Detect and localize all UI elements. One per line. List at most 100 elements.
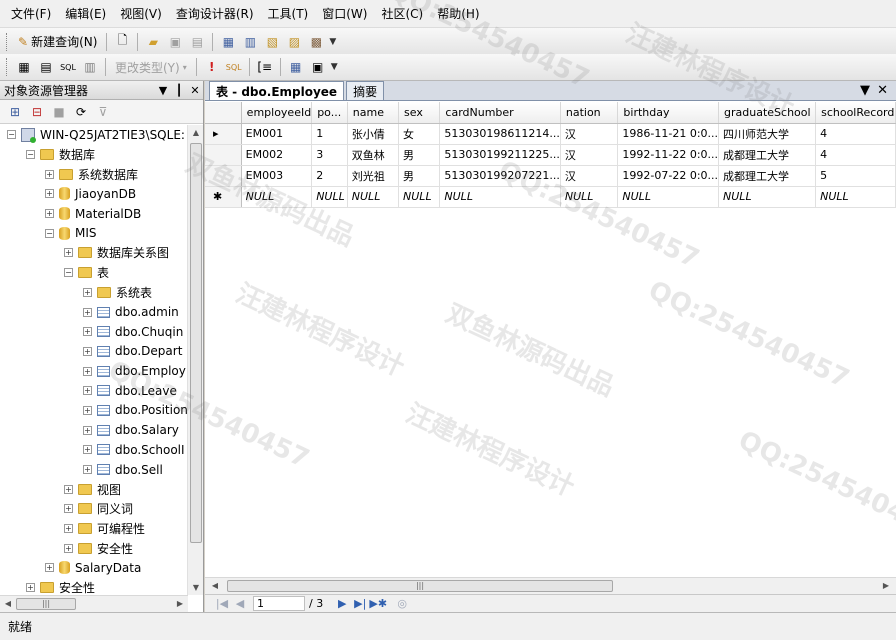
connect-button[interactable]: ⊞: [6, 103, 24, 121]
toolbar-overflow-icon[interactable]: ▼: [331, 62, 338, 72]
expand-icon[interactable]: +: [64, 524, 73, 534]
grid-cell[interactable]: NULL: [815, 186, 896, 208]
table-row[interactable]: EM002 3 双鱼林男 513030199211225... 汉 1992-11-22 …: [205, 144, 896, 166]
grid-cell[interactable]: 1986-11-21 0:0...: [617, 123, 720, 145]
template-explorer-button[interactable]: ▧: [263, 33, 281, 51]
collapse-icon[interactable]: −: [7, 130, 16, 140]
grid-cell[interactable]: 5: [815, 165, 896, 187]
row-header[interactable]: [205, 144, 242, 166]
grid-cell[interactable]: 1992-07-22 0:0...: [617, 165, 720, 187]
scrollbar-thumb[interactable]: |||: [16, 598, 76, 610]
grid-cell[interactable]: 汉: [560, 165, 619, 187]
collapse-icon[interactable]: −: [64, 268, 73, 278]
table-row[interactable]: ▸ EM001 1 张小倩女 513030198611214... 汉 1986-11-21…: [205, 123, 896, 145]
tree-node[interactable]: − WIN-Q25JAT2TIE3\SQLE:: [0, 125, 188, 145]
grid-cell[interactable]: 女: [398, 123, 441, 145]
grid-cell[interactable]: 2: [311, 165, 348, 187]
column-header[interactable]: birthday: [617, 102, 720, 124]
tree-node[interactable]: + 安全性: [0, 578, 188, 595]
grid-cell[interactable]: NULL: [347, 186, 400, 208]
menu-item[interactable]: 工具(T): [261, 0, 316, 28]
grid-cell[interactable]: 4: [815, 144, 896, 166]
expand-icon[interactable]: +: [26, 583, 35, 593]
grid-cell[interactable]: EM001: [241, 123, 313, 145]
tree-horizontal-scrollbar[interactable]: ◀ ||| ▶: [0, 595, 188, 612]
column-header[interactable]: name: [347, 102, 400, 124]
new-record-icon[interactable]: ▶✱: [369, 597, 387, 610]
column-header[interactable]: graduateSchool: [718, 102, 817, 124]
object-explorer-button[interactable]: ▥: [241, 33, 259, 51]
open-button[interactable]: ▰: [144, 33, 162, 51]
tree-node[interactable]: + dbo.admin: [0, 302, 188, 322]
tab-list-icon[interactable]: ▼: [860, 83, 870, 98]
tree-node[interactable]: + dbo.Sell: [0, 460, 188, 480]
grid-cell[interactable]: 1992-11-22 0:0...: [617, 144, 720, 166]
panel-menu-icon[interactable]: ▼: [155, 84, 171, 97]
tree-node[interactable]: + 同义词: [0, 499, 188, 519]
expand-icon[interactable]: +: [64, 248, 73, 258]
refresh-button[interactable]: ⟳: [72, 103, 90, 121]
grid-cell[interactable]: NULL: [617, 186, 720, 208]
tree-node[interactable]: + 可编程性: [0, 519, 188, 539]
grid-cell[interactable]: 成都理工大学: [718, 144, 817, 166]
grid-cell[interactable]: 3: [311, 144, 348, 166]
tree-node[interactable]: + dbo.Position: [0, 401, 188, 421]
collapse-icon[interactable]: −: [26, 150, 35, 160]
first-record-icon[interactable]: |◀: [213, 597, 231, 610]
grid-cell[interactable]: NULL: [439, 186, 561, 208]
row-header-corner[interactable]: [205, 102, 242, 124]
properties-button[interactable]: ▨: [285, 33, 303, 51]
scrollbar-thumb[interactable]: |||: [227, 580, 613, 592]
last-record-icon[interactable]: ▶|: [351, 597, 369, 610]
expand-icon[interactable]: +: [45, 209, 54, 219]
grid-horizontal-scrollbar[interactable]: ◀ ||| ▶: [205, 577, 896, 594]
expand-icon[interactable]: +: [83, 465, 92, 475]
grid-cell[interactable]: 张小倩: [347, 123, 400, 145]
table-row[interactable]: ✱ NULL NULL NULL NULL NULL NULL NULL NULL NULL: [205, 186, 896, 208]
grid-cell[interactable]: 513030199207221...: [439, 165, 561, 187]
grid-cell[interactable]: 成都理工大学: [718, 165, 817, 187]
expand-icon[interactable]: +: [83, 405, 92, 415]
column-header[interactable]: sex: [398, 102, 441, 124]
grid-cell[interactable]: 4: [815, 123, 896, 145]
tree-node[interactable]: + MaterialDB: [0, 204, 188, 224]
toolbar-grip[interactable]: [6, 58, 9, 76]
expand-icon[interactable]: +: [83, 386, 92, 396]
stop-navigation-icon[interactable]: ◎: [393, 597, 411, 610]
expand-icon[interactable]: +: [45, 169, 54, 179]
menu-item[interactable]: 编辑(E): [58, 0, 113, 28]
tree-node[interactable]: + dbo.SchoolI: [0, 440, 188, 460]
close-document-icon[interactable]: ✕: [877, 83, 888, 98]
show-diagram-pane-button[interactable]: ▦: [15, 58, 33, 76]
column-header[interactable]: employeeId: [241, 102, 313, 124]
grid-cell[interactable]: EM002: [241, 144, 313, 166]
document-tab[interactable]: 摘要: [346, 81, 385, 100]
tree-node[interactable]: + 安全性: [0, 538, 188, 558]
tree-node[interactable]: + JiaoyanDB: [0, 184, 188, 204]
grid-cell[interactable]: NULL: [241, 186, 313, 208]
expand-icon[interactable]: +: [83, 327, 92, 337]
tree-node[interactable]: + 系统表: [0, 283, 188, 303]
expand-icon[interactable]: +: [64, 504, 73, 514]
registered-servers-button[interactable]: ▦: [219, 33, 237, 51]
scroll-left-icon[interactable]: ◀: [207, 581, 223, 590]
tree-node[interactable]: − 表: [0, 263, 188, 283]
column-header[interactable]: schoolRecord: [815, 102, 896, 124]
grid-cell[interactable]: NULL: [718, 186, 817, 208]
grid-cell[interactable]: NULL: [398, 186, 441, 208]
group-by-button[interactable]: [≡: [256, 58, 274, 76]
expand-icon[interactable]: +: [83, 307, 92, 317]
menu-item[interactable]: 视图(V): [113, 0, 169, 28]
menu-item[interactable]: 查询设计器(R): [169, 0, 261, 28]
column-header[interactable]: nation: [560, 102, 619, 124]
scroll-left-icon[interactable]: ◀: [0, 599, 16, 608]
current-row-icon[interactable]: ▸: [205, 123, 242, 145]
collapse-icon[interactable]: −: [45, 228, 54, 238]
menu-item[interactable]: 文件(F): [4, 0, 58, 28]
tree-node[interactable]: + SalaryData: [0, 558, 188, 578]
grid-cell[interactable]: NULL: [560, 186, 619, 208]
close-icon[interactable]: ✕: [187, 84, 203, 97]
expand-icon[interactable]: +: [83, 346, 92, 356]
tree-node[interactable]: − 数据库: [0, 145, 188, 165]
tree-node[interactable]: + 视图: [0, 479, 188, 499]
